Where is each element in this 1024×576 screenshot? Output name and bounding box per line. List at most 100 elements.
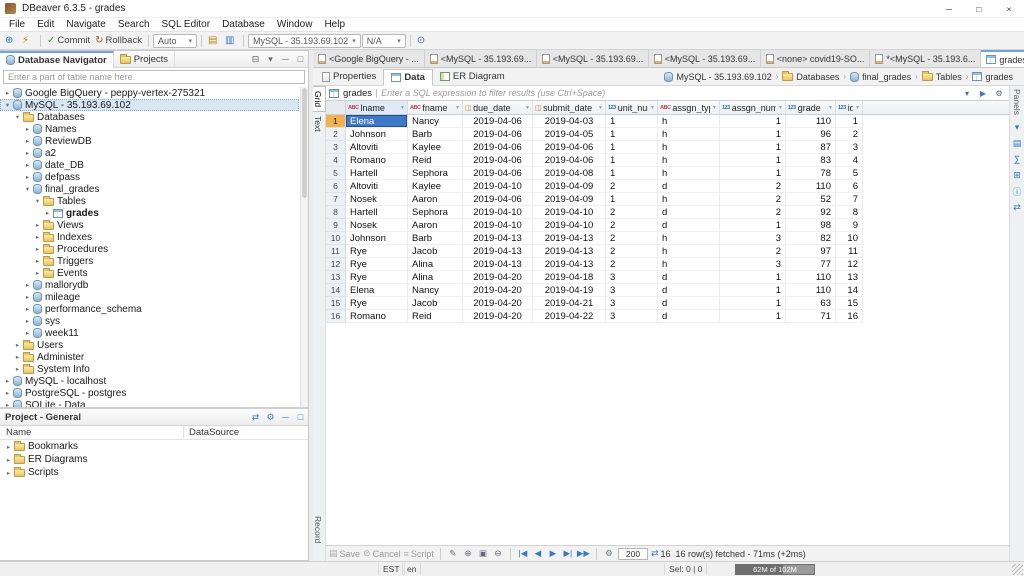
row-header[interactable]: 2 <box>326 128 346 141</box>
column-header-assgn_type[interactable]: ABCassgn_type▼ <box>658 101 720 114</box>
cell-due_date[interactable]: 2019-04-10 <box>463 206 533 219</box>
presentation-tab-text[interactable]: Text <box>313 112 326 136</box>
cell-assgn_num[interactable]: 1 <box>720 219 786 232</box>
column-filter-icon[interactable]: ▼ <box>525 105 530 111</box>
column-header-grade[interactable]: 123 grade ▼ <box>786 101 836 114</box>
cell-unit_num[interactable]: 2 <box>606 219 658 232</box>
cell-id[interactable]: 12 <box>836 258 863 271</box>
cell-fname[interactable]: Barb <box>408 128 463 141</box>
cell-id[interactable]: 4 <box>836 154 863 167</box>
expander-icon[interactable]: ▸ <box>23 137 32 145</box>
column-header-id[interactable]: 123id▼ <box>836 101 863 114</box>
expander-icon[interactable]: ▸ <box>23 305 32 313</box>
tree-item-grades[interactable]: ▸ grades <box>0 207 299 219</box>
cell-submit_date[interactable]: 2019-04-19 <box>533 284 606 297</box>
cell-assgn_type[interactable]: h <box>658 115 720 128</box>
row-header[interactable]: 5 <box>326 167 346 180</box>
panel-toggle-icon[interactable]: ▾ <box>1011 121 1024 133</box>
tree-item-postgresql-postgres[interactable]: ▸ PostgreSQL - postgres <box>0 387 299 399</box>
menu-file[interactable]: File <box>3 19 31 30</box>
maximize-button[interactable]: □ <box>964 0 994 18</box>
column-header-assgn_num[interactable]: 123 assgn_num ▼ <box>720 101 786 114</box>
tree-item-users[interactable]: ▸ Users <box>0 339 299 351</box>
cell-assgn_type[interactable]: d <box>658 310 720 323</box>
cell-lname[interactable]: Johnson <box>346 232 408 245</box>
edit-value-icon[interactable]: ✎ <box>447 548 459 559</box>
expander-icon[interactable]: ▸ <box>33 221 42 229</box>
cell-assgn_type[interactable]: h <box>658 193 720 206</box>
row-header[interactable]: 8 <box>326 206 346 219</box>
cell-id[interactable]: 13 <box>836 271 863 284</box>
cell-due_date[interactable]: 2019-04-06 <box>463 167 533 180</box>
expander-icon[interactable]: ▸ <box>23 293 32 301</box>
cell-assgn_num[interactable]: 1 <box>720 284 786 297</box>
cell-fname[interactable]: Aaron <box>408 219 463 232</box>
cell-id[interactable]: 8 <box>836 206 863 219</box>
expander-icon[interactable]: ▸ <box>4 469 13 477</box>
cell-fname[interactable]: Alina <box>408 271 463 284</box>
column-filter-icon[interactable]: ▼ <box>400 105 405 111</box>
active-datasource-select[interactable]: MySQL - 35.193.69.102 ▾ <box>247 33 361 48</box>
cell-unit_num[interactable]: 1 <box>606 141 658 154</box>
cell-assgn_type[interactable]: h <box>658 245 720 258</box>
save-button[interactable]: ▤ Save <box>329 548 360 559</box>
cell-assgn_num[interactable]: 1 <box>720 115 786 128</box>
cell-unit_num[interactable]: 1 <box>606 128 658 141</box>
cell-assgn_type[interactable]: d <box>658 271 720 284</box>
cell-id[interactable]: 1 <box>836 115 863 128</box>
cell-submit_date[interactable]: 2019-04-13 <box>533 245 606 258</box>
row-header[interactable]: 4 <box>326 154 346 167</box>
cell-assgn_num[interactable]: 1 <box>720 128 786 141</box>
link-with-editor-icon[interactable]: ⇄ <box>248 410 263 425</box>
editor-tab-grades[interactable]: grades× <box>981 50 1024 67</box>
cell-assgn_num[interactable]: 2 <box>720 180 786 193</box>
cell-unit_num[interactable]: 1 <box>606 193 658 206</box>
cell-fname[interactable]: Jacob <box>408 245 463 258</box>
open-sql-script-icon[interactable]: ▥ <box>223 33 239 49</box>
tree-item-administer[interactable]: ▸ Administer <box>0 351 299 363</box>
next-row-icon[interactable]: ▶ <box>547 548 559 559</box>
cell-grade[interactable]: 52 <box>786 193 836 206</box>
cell-grade[interactable]: 97 <box>786 245 836 258</box>
row-header[interactable]: 12 <box>326 258 346 271</box>
project-item-scripts[interactable]: ▸ Scripts <box>0 466 308 479</box>
search-icon[interactable]: ⊙ <box>415 33 431 49</box>
cell-due_date[interactable]: 2019-04-06 <box>463 115 533 128</box>
column-header-fname[interactable]: ABC fname ▼ <box>408 101 463 114</box>
cell-id[interactable]: 9 <box>836 219 863 232</box>
cell-assgn_num[interactable]: 3 <box>720 232 786 245</box>
cell-submit_date[interactable]: 2019-04-03 <box>533 115 606 128</box>
cell-lname[interactable]: Hartell <box>346 206 408 219</box>
cell-id[interactable]: 2 <box>836 128 863 141</box>
row-header[interactable]: 14 <box>326 284 346 297</box>
grid-corner[interactable] <box>326 101 346 114</box>
cell-unit_num[interactable]: 2 <box>606 206 658 219</box>
settings-icon[interactable]: ⚙ <box>603 548 615 559</box>
editor-tab-mysql-35-193-69[interactable]: <MySQL - 35.193.69... <box>424 50 537 67</box>
cell-lname[interactable]: Nosek <box>346 219 408 232</box>
timezone-indicator[interactable]: EST <box>378 563 405 575</box>
minimize-button[interactable]: ─ <box>934 0 964 18</box>
expander-icon[interactable]: ▸ <box>23 329 32 337</box>
expander-icon[interactable]: ▸ <box>13 353 22 361</box>
cell-fname[interactable]: Kaylee <box>408 141 463 154</box>
grouping-panel-icon[interactable]: ⊞ <box>1011 169 1024 181</box>
expander-icon[interactable]: ▸ <box>23 125 32 133</box>
column-header-lname[interactable]: ABC lname ▼ <box>346 101 408 114</box>
tree-item-sys[interactable]: ▸ sys <box>0 315 299 327</box>
cell-grade[interactable]: 110 <box>786 271 836 284</box>
cell-due_date[interactable]: 2019-04-13 <box>463 245 533 258</box>
previous-row-icon[interactable]: ◀ <box>532 548 544 559</box>
cell-submit_date[interactable]: 2019-04-18 <box>533 271 606 284</box>
menu-database[interactable]: Database <box>216 19 271 30</box>
collapse-all-icon[interactable]: ⊟ <box>248 52 263 67</box>
tree-item-system-info[interactable]: ▸ System Info <box>0 363 299 375</box>
project-column-name[interactable]: Name <box>6 427 31 438</box>
expander-icon[interactable]: ▸ <box>13 365 22 373</box>
minimize-panel-icon[interactable]: ─ <box>278 410 293 425</box>
new-connection-icon[interactable]: ⊕ <box>3 33 19 49</box>
fetch-size-input[interactable]: 200 <box>617 547 648 560</box>
cell-assgn_num[interactable]: 1 <box>720 141 786 154</box>
cell-submit_date[interactable]: 2019-04-10 <box>533 219 606 232</box>
cell-lname[interactable]: Rye <box>346 258 408 271</box>
